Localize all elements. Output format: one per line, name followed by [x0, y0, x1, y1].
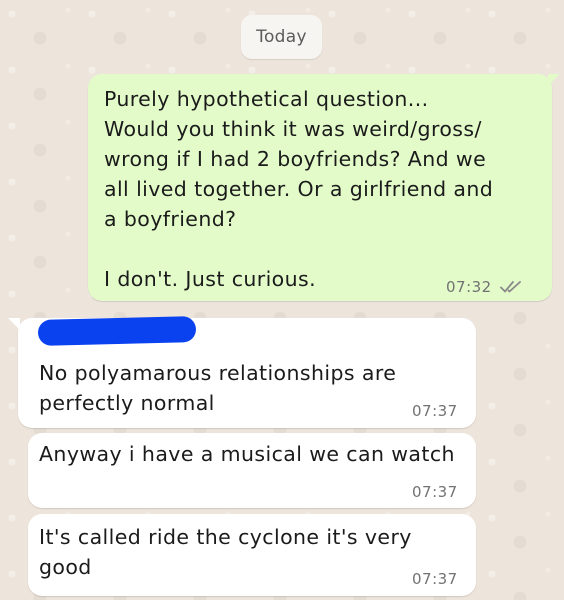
message-text: No polyamarous relationships are perfect… — [39, 361, 397, 415]
message-time: 07:37 — [412, 483, 458, 501]
message-time: 07:37 — [412, 402, 458, 420]
date-chip: Today — [241, 15, 322, 59]
double-check-icon — [500, 281, 521, 293]
message-text: Anyway i have a musical we can watch — [39, 442, 455, 466]
redacted-sender-name — [37, 316, 197, 346]
incoming-message-bubble[interactable]: It's called ride the cyclone it's very g… — [28, 514, 476, 596]
outgoing-message-bubble[interactable]: Purely hypothetical question... Would yo… — [88, 74, 552, 301]
message-text: Purely hypothetical question... Would yo… — [104, 87, 494, 291]
message-text: It's called ride the cyclone it's very g… — [39, 525, 412, 579]
message-time: 07:37 — [412, 570, 458, 588]
date-label: Today — [256, 27, 307, 47]
incoming-message-bubble[interactable]: Anyway i have a musical we can watch 07:… — [28, 433, 476, 508]
message-time: 07:32 — [446, 278, 492, 296]
